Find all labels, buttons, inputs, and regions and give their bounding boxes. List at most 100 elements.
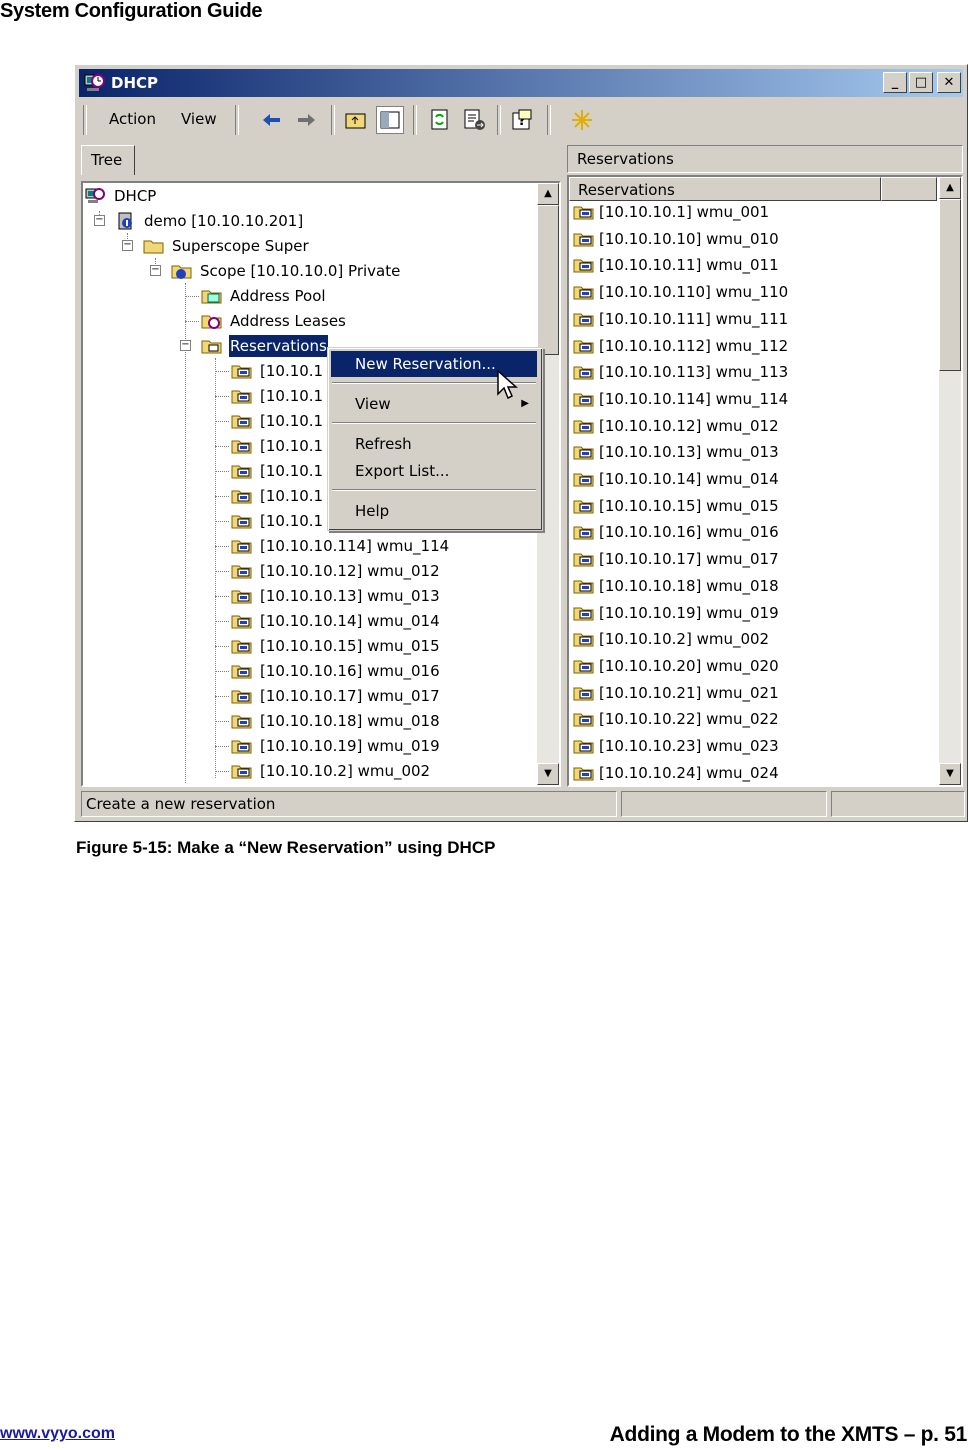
list-pane[interactable]: Reservations [10.10.10.1] wmu_001 [10.10.…	[567, 175, 963, 787]
reservation-icon	[231, 440, 252, 454]
tree-line	[215, 446, 229, 447]
reservation-icon	[573, 446, 594, 460]
reservation-icon	[231, 640, 252, 654]
close-button[interactable]: ✕	[937, 72, 961, 93]
figure-caption: Figure 5-15: Make a “New Reservation” us…	[76, 838, 496, 857]
tree-line	[215, 596, 229, 597]
status-panel	[831, 791, 965, 817]
tab-tree[interactable]: Tree	[81, 145, 135, 175]
tree-line	[215, 646, 229, 647]
tree-line	[215, 396, 229, 397]
collapse-toggle[interactable]: −	[150, 265, 161, 276]
address-leases-icon	[201, 315, 222, 329]
dhcp-icon	[85, 188, 105, 203]
column-header-reservations[interactable]: Reservations	[569, 177, 881, 201]
status-bar: Create a new reservation	[79, 791, 965, 817]
reservation-icon	[573, 340, 594, 353]
toolbar-separator	[235, 105, 239, 135]
reservation-icon	[573, 767, 594, 781]
refresh-icon[interactable]	[427, 107, 453, 133]
reservation-icon	[573, 393, 594, 407]
footer-link[interactable]: www.vyyo.com	[0, 1425, 115, 1443]
reservation-icon	[573, 259, 594, 273]
minimize-button[interactable]: _	[883, 72, 907, 93]
scroll-down-button[interactable]: ▼	[939, 763, 961, 785]
reservation-icon	[231, 515, 252, 529]
collapse-toggle[interactable]: −	[94, 215, 105, 226]
tree-line	[215, 371, 229, 372]
mouse-pointer-icon	[497, 370, 518, 400]
reservation-icon	[573, 713, 594, 727]
reservations-folder-icon	[201, 340, 222, 354]
tree-line	[215, 521, 229, 522]
reservation-icon	[573, 500, 594, 514]
tab-strip: Tree	[79, 143, 557, 175]
collapse-toggle[interactable]: −	[122, 240, 133, 251]
reservation-icon	[573, 740, 594, 754]
tree-line	[215, 746, 229, 747]
scroll-down-button[interactable]: ▼	[537, 763, 559, 785]
tree-line	[215, 696, 229, 697]
reservation-icon	[573, 607, 594, 620]
column-header-blank[interactable]	[881, 177, 937, 201]
reservation-icon	[231, 465, 252, 479]
back-arrow-icon[interactable]	[259, 107, 285, 133]
show-tree-icon[interactable]	[376, 106, 404, 134]
tree-line	[215, 496, 229, 497]
menu-action[interactable]: Action	[109, 110, 156, 128]
reservation-icon	[231, 590, 252, 604]
up-folder-icon[interactable]	[343, 107, 369, 133]
tree-line	[215, 421, 229, 422]
forward-arrow-icon[interactable]	[293, 107, 319, 133]
scope-folder-icon	[171, 265, 192, 279]
toolbar-separator	[413, 105, 417, 135]
reservation-icon	[573, 687, 594, 701]
tree-line	[215, 621, 229, 622]
tree-line	[185, 283, 186, 783]
reservation-icon	[573, 286, 594, 300]
tree-line	[185, 321, 199, 322]
reservation-icon	[573, 420, 594, 434]
dhcp-window: DHCP _ □ ✕ Action View ? Tree Reservatio…	[74, 64, 968, 822]
scroll-up-button[interactable]: ▲	[939, 177, 961, 199]
reservation-icon	[231, 390, 252, 404]
reservation-icon	[573, 313, 594, 327]
right-pane-header: Reservations	[567, 145, 963, 173]
maximize-button[interactable]: □	[909, 72, 933, 93]
window-title: DHCP	[111, 74, 159, 92]
footer-page-label: Adding a Modem to the XMTS – p. 51	[609, 1423, 968, 1446]
dhcp-icon	[84, 74, 105, 91]
tree-line	[215, 721, 229, 722]
reservation-icon	[573, 660, 594, 674]
reservation-icon	[231, 415, 252, 429]
status-text: Create a new reservation	[81, 791, 617, 817]
title-bar[interactable]: DHCP _ □ ✕	[79, 69, 963, 97]
menu-item-refresh[interactable]: Refresh	[331, 431, 537, 457]
scroll-up-button[interactable]: ▲	[537, 183, 559, 205]
reservation-icon	[573, 633, 594, 647]
reservation-icon	[573, 206, 594, 220]
tree-line	[215, 771, 229, 772]
reservation-icon	[573, 553, 594, 567]
toolbar-separator	[547, 105, 551, 135]
page-header: System Configuration Guide	[0, 0, 263, 22]
collapse-toggle[interactable]: −	[180, 340, 191, 351]
menu-view[interactable]: View	[181, 110, 217, 128]
new-item-icon[interactable]	[569, 107, 595, 133]
reservation-icon	[231, 490, 252, 504]
reservation-icon	[231, 665, 252, 679]
reservation-icon	[231, 540, 252, 554]
reservation-icon	[573, 580, 594, 594]
reservation-icon	[231, 765, 252, 779]
reservation-icon	[573, 366, 594, 380]
menu-item-help[interactable]: Help	[331, 498, 537, 524]
export-list-icon[interactable]	[461, 107, 487, 133]
scroll-thumb[interactable]	[537, 205, 559, 355]
reservation-icon	[573, 473, 594, 487]
list-scrollbar[interactable]: ▲ ▼	[939, 177, 961, 785]
toolbar-separator	[497, 105, 501, 135]
help-icon[interactable]: ?	[509, 107, 535, 133]
menu-item-export-list[interactable]: Export List...	[331, 458, 537, 484]
scroll-thumb[interactable]	[939, 199, 961, 371]
submenu-arrow-icon: ▶	[521, 398, 529, 409]
